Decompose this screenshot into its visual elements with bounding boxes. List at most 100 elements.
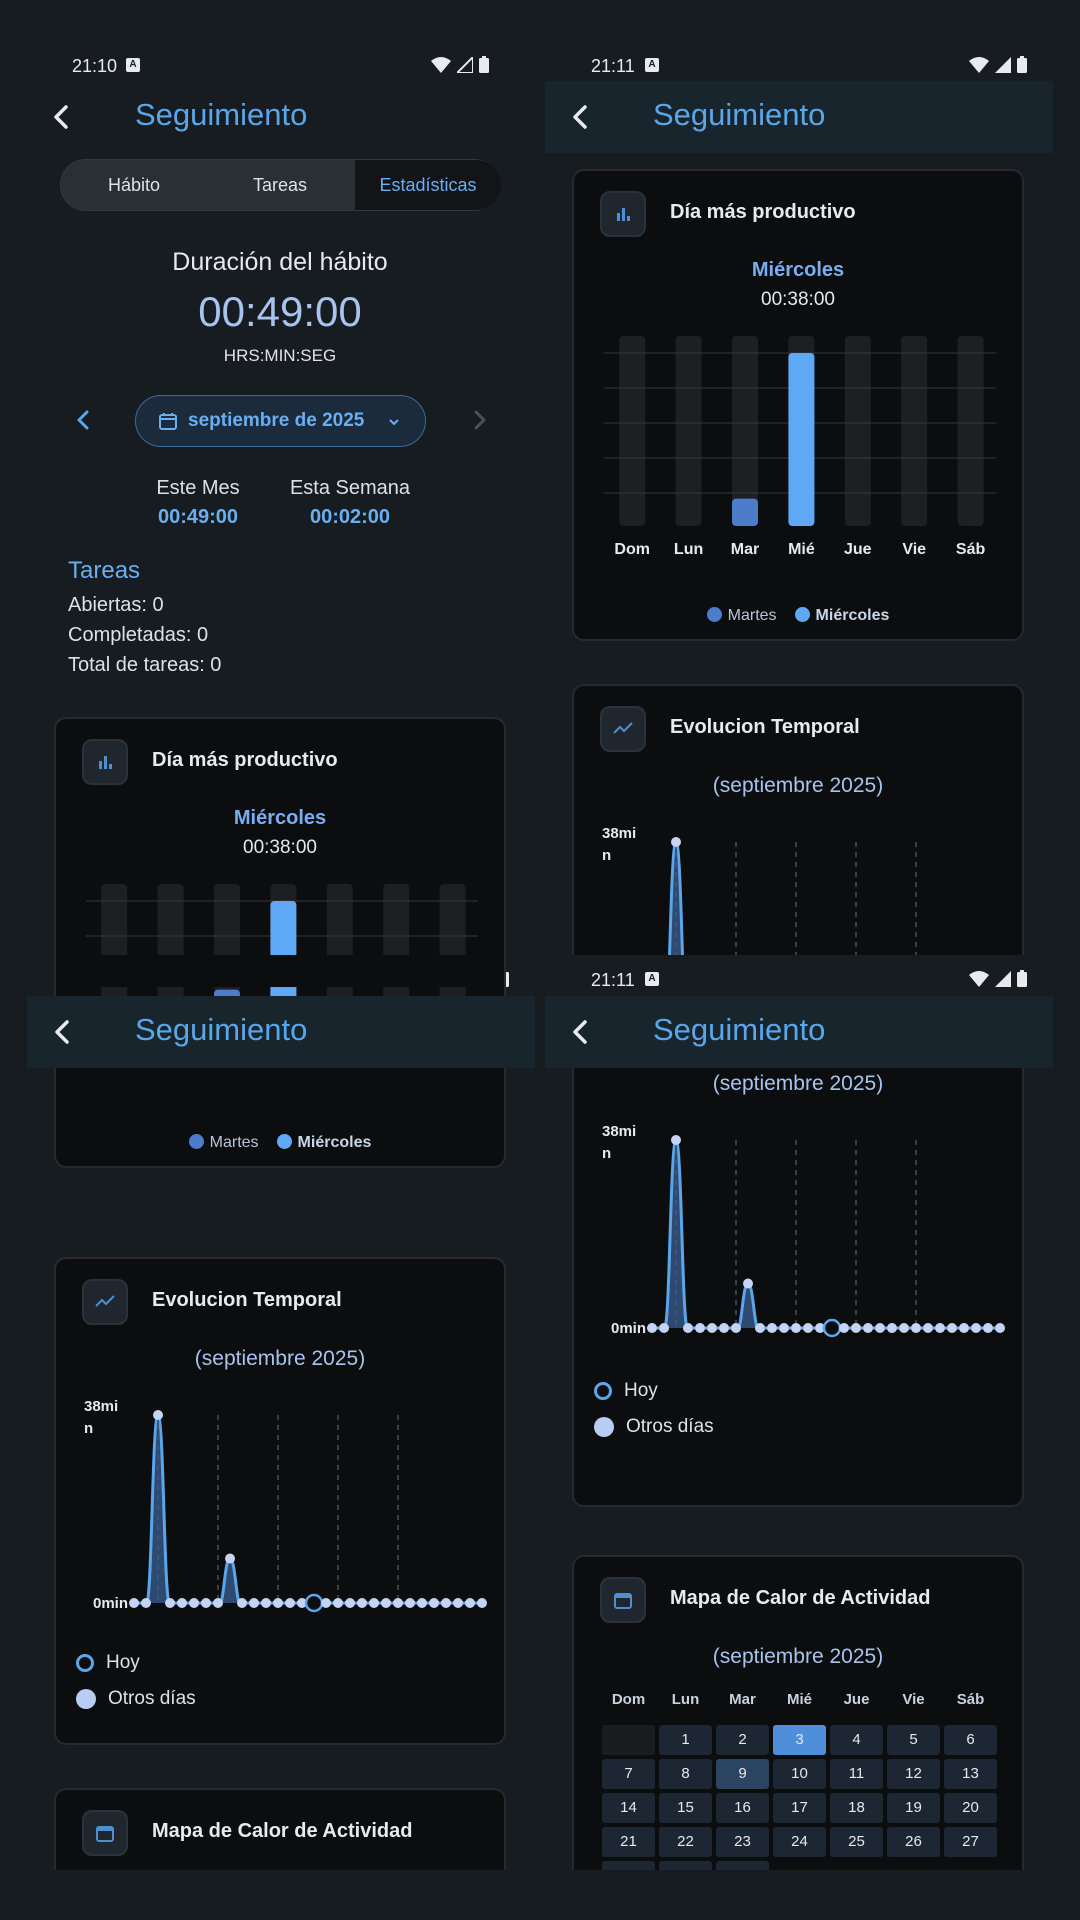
heatmap-week-row: 14 15 16 17 18 19 20	[602, 1793, 998, 1823]
evolution-period: (septiembre 2025)	[194, 1347, 366, 1370]
trending-icon	[600, 706, 646, 752]
data-point	[153, 1410, 163, 1420]
back-arrow-icon[interactable]	[565, 1016, 597, 1048]
y-tick-label: 0min	[611, 1320, 646, 1337]
legend-other-marker	[76, 1689, 96, 1709]
heatmap-cell[interactable]: 9	[716, 1759, 769, 1789]
tasks-done: Completadas: 0	[68, 624, 209, 646]
heatmap-cell[interactable]: 15	[659, 1793, 712, 1823]
data-point	[743, 1278, 753, 1289]
heatmap-cell[interactable]: 5	[887, 1725, 940, 1755]
week-total-label: Esta Semana	[289, 477, 411, 499]
data-point	[779, 1323, 789, 1333]
data-point	[839, 1323, 849, 1333]
heatmap-cell[interactable]: 28	[602, 1861, 655, 1870]
notification-icon: A	[645, 972, 659, 986]
data-point	[285, 1598, 295, 1608]
heatmap-cell[interactable]: 20	[944, 1793, 997, 1823]
legend-today-marker	[76, 1654, 94, 1672]
data-point	[971, 1323, 981, 1333]
weekday-label: Mié	[786, 1691, 812, 1708]
data-point	[345, 1598, 355, 1608]
heatmap-week-row: 7 8 9 10 11 12 13	[602, 1759, 998, 1789]
weekday-label: Vie	[902, 1691, 925, 1708]
legend-item-martes: Martes	[188, 1134, 259, 1152]
heatmap-cell[interactable]: 8	[659, 1759, 712, 1789]
next-month-icon[interactable]	[467, 408, 491, 432]
data-point	[695, 1323, 705, 1333]
heatmap-cell[interactable]: 23	[716, 1827, 769, 1857]
heatmap-card: Mapa de Calor de Actividad (septiembre 2…	[572, 1555, 1024, 1870]
data-point	[141, 1598, 151, 1608]
heatmap-cell[interactable]: 3	[773, 1725, 826, 1755]
prev-month-icon[interactable]	[72, 408, 96, 432]
back-arrow-icon[interactable]	[47, 1016, 79, 1048]
data-point	[477, 1598, 487, 1608]
heatmap-cell[interactable]: 16	[716, 1793, 769, 1823]
heatmap-cell[interactable]: 22	[659, 1827, 712, 1857]
data-point	[405, 1598, 415, 1608]
month-total-label: Este Mes	[156, 477, 240, 499]
bar-track	[732, 336, 758, 526]
series-area	[669, 842, 683, 955]
series-line	[668, 840, 684, 955]
trending-icon	[82, 1279, 128, 1325]
evolution-line-chart: 38min 0min	[84, 1398, 487, 1613]
heatmap-cell[interactable]: 2	[716, 1725, 769, 1755]
tab-habito[interactable]: Hábito	[61, 160, 207, 210]
back-arrow-icon[interactable]	[565, 101, 597, 133]
weekday-label: Sáb	[956, 1691, 985, 1708]
wifi-icon	[969, 56, 989, 73]
data-point	[791, 1323, 801, 1333]
month-selector[interactable]: septiembre de 2025	[135, 395, 426, 447]
heatmap-cell[interactable]: 17	[773, 1793, 826, 1823]
signal-icon	[995, 970, 1011, 987]
heatmap-cell[interactable]: 10	[773, 1759, 826, 1789]
heatmap-cell[interactable]: 12	[887, 1759, 940, 1789]
heatmap-cell[interactable]: 7	[602, 1759, 655, 1789]
heatmap-cell[interactable]: 29	[659, 1861, 712, 1870]
evolution-card: Evolucion Temporal (septiembre 2025) 38m…	[54, 1257, 506, 1745]
back-arrow-icon[interactable]	[46, 101, 78, 133]
app-bar: Seguimiento	[545, 81, 1053, 153]
data-point	[719, 1323, 729, 1333]
heatmap-cell[interactable]: 13	[944, 1759, 997, 1789]
status-bar: 21:11 A	[545, 0, 1053, 80]
tick-label: Dom	[614, 541, 650, 558]
heatmap-cell[interactable]: 19	[887, 1793, 940, 1823]
tick-label: Mié	[788, 541, 815, 558]
heatmap-cell[interactable]: 30	[716, 1861, 769, 1870]
tab-tareas[interactable]: Tareas	[207, 160, 353, 210]
heatmap-cell[interactable]: 21	[602, 1827, 655, 1857]
bar-Mar	[732, 498, 758, 526]
heatmap-cell[interactable]: 4	[830, 1725, 883, 1755]
bar-track	[844, 336, 871, 526]
data-point	[129, 1598, 139, 1608]
data-point	[201, 1598, 211, 1608]
legend-today: Hoy	[594, 1373, 714, 1409]
tab-estadisticas[interactable]: Estadísticas	[355, 160, 501, 210]
heatmap-week-row: 21 22 23 24 25 26 27	[602, 1827, 998, 1857]
heatmap-cell[interactable]: 25	[830, 1827, 883, 1857]
tick-label: Sáb	[956, 541, 986, 558]
tasks-total: Total de tareas: 0	[68, 654, 222, 676]
battery-icon	[1017, 56, 1027, 73]
heatmap-cell[interactable]: 26	[887, 1827, 940, 1857]
heatmap-cell[interactable]: 18	[830, 1793, 883, 1823]
month-selector-label: septiembre de 2025	[188, 410, 365, 431]
data-point	[755, 1323, 765, 1333]
heatmap-cell[interactable]: 6	[944, 1725, 997, 1755]
heatmap-card-title: Mapa de Calor de Actividad	[152, 1820, 413, 1842]
heatmap-cell[interactable]: 11	[830, 1759, 883, 1789]
data-point	[683, 1323, 693, 1333]
heatmap-cell[interactable]: 24	[773, 1827, 826, 1857]
heatmap-cell[interactable]: 1	[659, 1725, 712, 1755]
panel-charts-top: 21:11 A Seguimiento Día más productivo M…	[545, 0, 1053, 955]
productive-day-card: Día más productivo Miércoles 00:38:00 Do…	[572, 169, 1024, 641]
heatmap-cell[interactable]: 14	[602, 1793, 655, 1823]
heatmap-cell	[602, 1725, 655, 1755]
heatmap-cell[interactable]: 27	[944, 1827, 997, 1857]
legend-dot	[188, 1134, 204, 1149]
series-area	[652, 1140, 1000, 1330]
series-line	[134, 1413, 482, 1606]
